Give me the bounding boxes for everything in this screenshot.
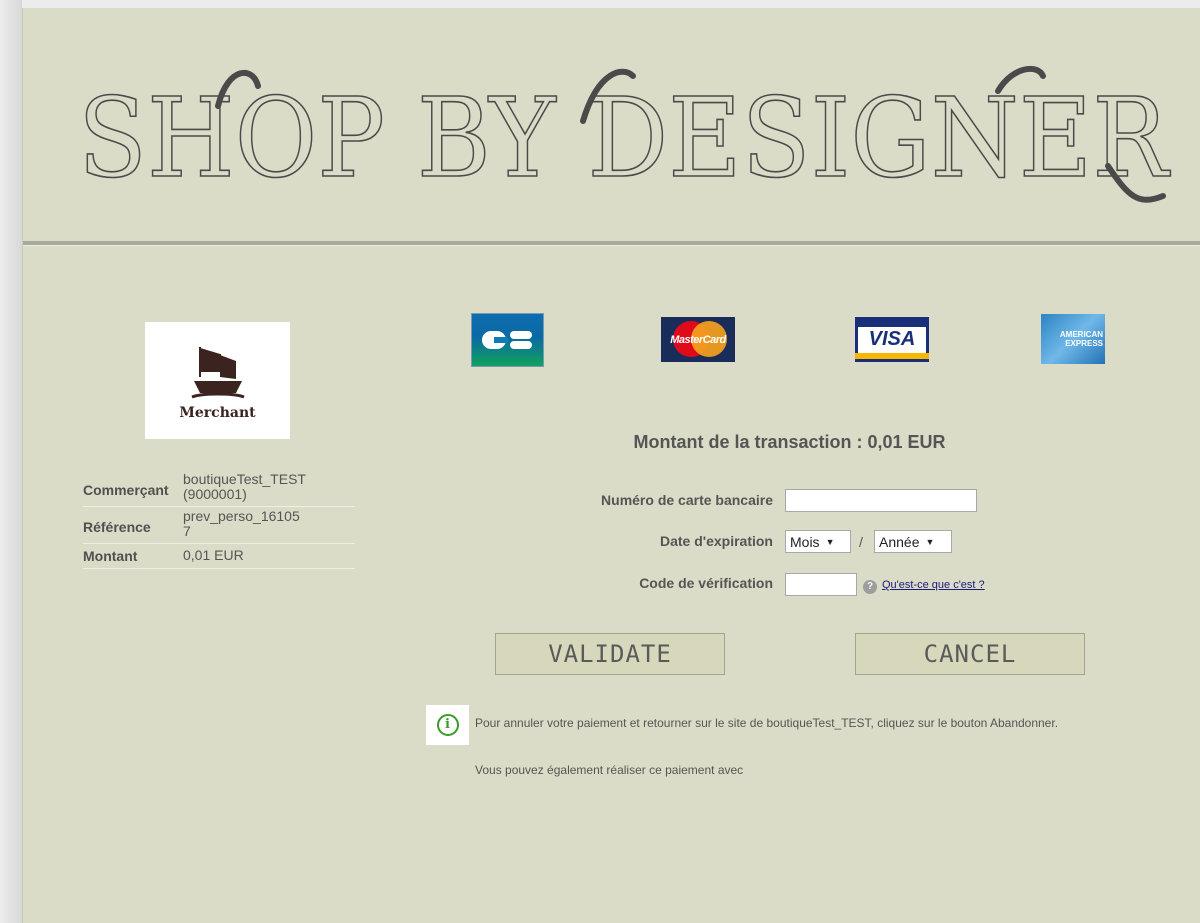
banner-title: SHOP BY DESIGNER (78, 74, 1171, 202)
visa-label: VISA (868, 328, 916, 350)
card-number-label: Numéro de carte bancaire (601, 492, 773, 508)
cvv-input[interactable] (785, 573, 857, 596)
help-icon[interactable]: ? (863, 580, 877, 594)
merchant-logo: Merchant (145, 322, 290, 439)
cb-card-icon[interactable] (471, 313, 544, 367)
ship-icon (190, 346, 245, 398)
info-value: 0,01 EUR (183, 546, 355, 564)
info-value-line: 0,01 EUR (183, 547, 244, 563)
visa-bottom-stripe (855, 352, 929, 359)
info-key: Montant (83, 548, 138, 564)
info-value-line: prev_perso_16105 (183, 508, 300, 524)
alternative-payment-text: Vous pouvez également réaliser ce paieme… (475, 763, 744, 777)
info-icon-box: i (426, 705, 469, 745)
page-left-edge (0, 0, 22, 923)
info-row-reference: Référence prev_perso_16105 7 (83, 507, 355, 544)
cvv-help-link[interactable]: Qu'est-ce que c'est ? (882, 579, 985, 591)
visa-white-band: VISA (858, 326, 926, 353)
expiry-year-select[interactable]: Année ▼ (874, 530, 952, 553)
amex-card-icon[interactable]: AMERICAN EXPRESS (1041, 314, 1105, 364)
expiry-separator: / (859, 534, 863, 550)
expiry-month-select[interactable]: Mois ▼ (785, 530, 851, 553)
amex-line2: EXPRESS (1065, 339, 1103, 348)
info-value-line: 7 (183, 523, 191, 539)
info-row-amount: Montant 0,01 EUR (83, 544, 355, 569)
validate-button[interactable]: VALIDATE (495, 633, 725, 675)
cb-logo-icon (481, 331, 532, 349)
shop-banner: SHOP BY DESIGNER (77, 46, 1188, 221)
merchant-info-table: Commerçant boutiqueTest_TEST (9000001) R… (83, 470, 355, 569)
info-value-line: boutiqueTest_TEST (183, 471, 306, 487)
info-value-line: (9000001) (183, 486, 247, 502)
chevron-down-icon: ▼ (925, 536, 935, 547)
info-value: boutiqueTest_TEST (9000001) (183, 472, 355, 502)
info-value: prev_perso_16105 7 (183, 509, 355, 539)
card-number-input[interactable] (785, 489, 977, 512)
info-key: Commerçant (83, 482, 169, 498)
info-row-merchant: Commerçant boutiqueTest_TEST (9000001) (83, 470, 355, 507)
mastercard-label: MasterCard (670, 333, 726, 346)
amex-line1: AMERICAN (1059, 330, 1103, 339)
expiry-year-value: Année (879, 533, 920, 550)
expiry-month-value: Mois (790, 533, 820, 550)
info-icon: i (436, 714, 459, 736)
shop-banner-text: SHOP BY DESIGNER (77, 66, 1172, 203)
info-key: Référence (83, 519, 151, 535)
merchant-logo-label: Merchant (179, 404, 256, 421)
chevron-down-icon: ▼ (825, 536, 835, 547)
payment-page: SHOP BY DESIGNER Merchant Commerçant bou… (22, 8, 1200, 923)
visa-card-icon[interactable]: VISA (855, 317, 929, 362)
transaction-amount-title: Montant de la transaction : 0,01 EUR (633, 432, 946, 452)
mastercard-icon[interactable]: MasterCard (661, 317, 735, 362)
cancel-info-text: Pour annuler votre paiement et retourner… (475, 716, 1059, 730)
header-divider (23, 241, 1200, 246)
cvv-label: Code de vérification (639, 575, 773, 591)
expiry-date-label: Date d'expiration (659, 533, 773, 549)
cancel-button[interactable]: CANCEL (855, 633, 1085, 675)
